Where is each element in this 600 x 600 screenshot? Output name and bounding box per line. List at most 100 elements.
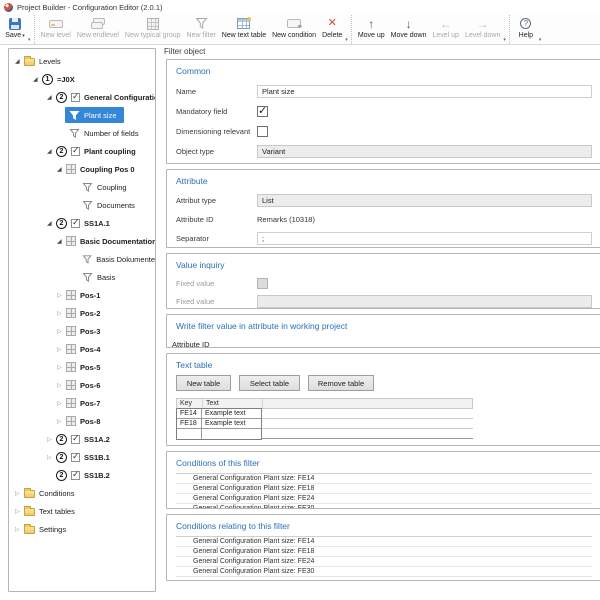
expander-icon[interactable] bbox=[57, 364, 66, 371]
key-cell[interactable]: FE14 bbox=[177, 409, 202, 419]
new-table-button[interactable]: New table bbox=[176, 375, 231, 391]
save-dropdown-icon[interactable]: ▾ bbox=[22, 33, 25, 39]
new-typical-group-icon bbox=[147, 18, 159, 30]
condition-item[interactable]: General Configuration Plant size: FE30 bbox=[176, 504, 592, 509]
tree-item-pos-7[interactable]: Pos-7 bbox=[9, 394, 155, 412]
tree-item-ss1a1[interactable]: 2 SS1A.1 bbox=[9, 214, 155, 232]
expander-icon[interactable] bbox=[33, 76, 42, 83]
tree-item-basic-documentation[interactable]: Basic Documentation bbox=[9, 232, 155, 250]
condition-item[interactable]: General Configuration Plant size: FE24 bbox=[176, 494, 592, 504]
condition-item[interactable]: General Configuration Plant size: FE18 bbox=[176, 547, 592, 557]
tree-item-general-configuration[interactable]: 2 General Configuration bbox=[9, 88, 155, 106]
tree-item-coupling-pos-0[interactable]: Coupling Pos 0 bbox=[9, 160, 155, 178]
tree-item-pos-6[interactable]: Pos-6 bbox=[9, 376, 155, 394]
table-row[interactable]: FE14 Example text bbox=[177, 409, 261, 419]
move-down-button[interactable]: ↓ Move down bbox=[388, 15, 430, 44]
expander-icon[interactable] bbox=[15, 526, 24, 533]
dimensioning-relevant-checkbox[interactable] bbox=[257, 126, 268, 137]
tree-item-ss1b2[interactable]: 2 SS1B.2 bbox=[9, 466, 155, 484]
move-up-button[interactable]: ↑ Move up bbox=[355, 15, 388, 44]
expander-icon[interactable] bbox=[57, 346, 66, 353]
select-table-button[interactable]: Select table bbox=[239, 375, 300, 391]
table-row[interactable]: FE18 Example text bbox=[177, 419, 261, 429]
key-cell[interactable]: FE18 bbox=[177, 419, 202, 429]
mandatory-field-label: Mandatory field bbox=[176, 107, 257, 116]
tree-item-plant-coupling[interactable]: 2 Plant coupling bbox=[9, 142, 155, 160]
condition-item[interactable]: General Configuration Plant size: FE14 bbox=[176, 537, 592, 547]
condition-item[interactable]: General Configuration Plant size: FE24 bbox=[176, 557, 592, 567]
new-endlevel-button[interactable]: New endlevel bbox=[74, 15, 122, 44]
tree-item-pos-1[interactable]: Pos-1 bbox=[9, 286, 155, 304]
tree-item-plant-size[interactable]: Plant size bbox=[9, 106, 155, 124]
tree-item-basis-dokumente[interactable]: Basis Dokumente bbox=[9, 250, 155, 268]
toolbar-overflow-icon[interactable]: ▾ bbox=[539, 37, 542, 43]
expander-icon[interactable] bbox=[47, 454, 56, 461]
condition-item[interactable]: General Configuration Plant size: FE14 bbox=[176, 474, 592, 484]
new-typical-group-button[interactable]: New typical group bbox=[122, 15, 184, 44]
mandatory-field-checkbox[interactable] bbox=[257, 106, 268, 117]
tree-checkbox[interactable] bbox=[71, 453, 80, 462]
remove-table-button[interactable]: Remove table bbox=[308, 375, 374, 391]
tree-item-pos-2[interactable]: Pos-2 bbox=[9, 304, 155, 322]
expander-icon[interactable] bbox=[47, 94, 56, 101]
tree-item-text-tables[interactable]: Text tables bbox=[9, 502, 155, 520]
text-cell[interactable]: Example text bbox=[202, 419, 261, 429]
expander-icon[interactable] bbox=[15, 490, 24, 497]
expander-icon[interactable] bbox=[57, 382, 66, 389]
tree-checkbox[interactable] bbox=[71, 435, 80, 444]
tree-checkbox[interactable] bbox=[71, 93, 80, 102]
tree-item-basis[interactable]: Basis bbox=[9, 268, 155, 286]
expander-icon[interactable] bbox=[57, 400, 66, 407]
tree-item-levels[interactable]: Levels bbox=[9, 52, 155, 70]
save-button[interactable]: Save▾ bbox=[2, 15, 28, 44]
tree-item-ss1a2[interactable]: 2 SS1A.2 bbox=[9, 430, 155, 448]
tree-checkbox[interactable] bbox=[71, 471, 80, 480]
expander-icon[interactable] bbox=[47, 436, 56, 443]
tree-item-number-of-fields[interactable]: Number of fields bbox=[9, 124, 155, 142]
tree-item-coupling[interactable]: Coupling bbox=[9, 178, 155, 196]
expander-icon[interactable] bbox=[15, 58, 24, 65]
tree-item-pos-3[interactable]: Pos-3 bbox=[9, 322, 155, 340]
toolbar-overflow-icon[interactable]: ▾ bbox=[503, 37, 506, 43]
expander-icon[interactable] bbox=[57, 418, 66, 425]
tree-item-pos-5[interactable]: Pos-5 bbox=[9, 358, 155, 376]
tree-item-settings[interactable]: Settings bbox=[9, 520, 155, 538]
tree-item-conditions[interactable]: Conditions bbox=[9, 484, 155, 502]
toolbar-overflow-icon[interactable]: ▾ bbox=[345, 37, 348, 43]
key-cell[interactable] bbox=[177, 429, 202, 439]
delete-button[interactable]: ✕ Delete bbox=[319, 15, 345, 44]
toolbar-group-edit: New level New endlevel New typical group… bbox=[38, 15, 352, 44]
condition-item[interactable]: General Configuration Plant size: FE30 bbox=[176, 567, 592, 577]
expander-icon[interactable] bbox=[57, 310, 66, 317]
tree-checkbox[interactable] bbox=[71, 219, 80, 228]
tree-item-j0x[interactable]: 1 =J0X bbox=[9, 70, 155, 88]
text-cell[interactable] bbox=[202, 429, 261, 439]
expander-icon[interactable] bbox=[47, 148, 56, 155]
tree-item-label: Levels bbox=[39, 57, 61, 66]
toolbar-overflow-icon[interactable]: ▾ bbox=[28, 37, 31, 43]
level-down-button[interactable]: → Level down bbox=[462, 15, 503, 44]
tree-item-ss1b1[interactable]: 2 SS1B.1 bbox=[9, 448, 155, 466]
expander-icon[interactable] bbox=[57, 238, 66, 245]
table-row[interactable] bbox=[177, 429, 261, 439]
tree-item-documents[interactable]: Documents bbox=[9, 196, 155, 214]
tree-item-label: Settings bbox=[39, 525, 66, 534]
new-text-table-button[interactable]: New text table bbox=[219, 15, 269, 44]
separator-input[interactable]: ; bbox=[257, 232, 592, 245]
tree-checkbox[interactable] bbox=[71, 147, 80, 156]
new-filter-button[interactable]: New filter bbox=[184, 15, 219, 44]
new-level-button[interactable]: New level bbox=[38, 15, 74, 44]
help-button[interactable]: ? Help bbox=[513, 15, 539, 44]
new-condition-button[interactable]: New condition bbox=[269, 15, 319, 44]
name-input[interactable]: Plant size bbox=[257, 85, 592, 98]
expander-icon[interactable] bbox=[57, 292, 66, 299]
text-cell[interactable]: Example text bbox=[202, 409, 261, 419]
tree-item-pos-8[interactable]: Pos-8 bbox=[9, 412, 155, 430]
expander-icon[interactable] bbox=[47, 220, 56, 227]
expander-icon[interactable] bbox=[57, 328, 66, 335]
expander-icon[interactable] bbox=[15, 508, 24, 515]
condition-item[interactable]: General Configuration Plant size: FE18 bbox=[176, 484, 592, 494]
expander-icon[interactable] bbox=[57, 166, 66, 173]
tree-item-pos-4[interactable]: Pos-4 bbox=[9, 340, 155, 358]
level-up-button[interactable]: ← Level up bbox=[429, 15, 461, 44]
